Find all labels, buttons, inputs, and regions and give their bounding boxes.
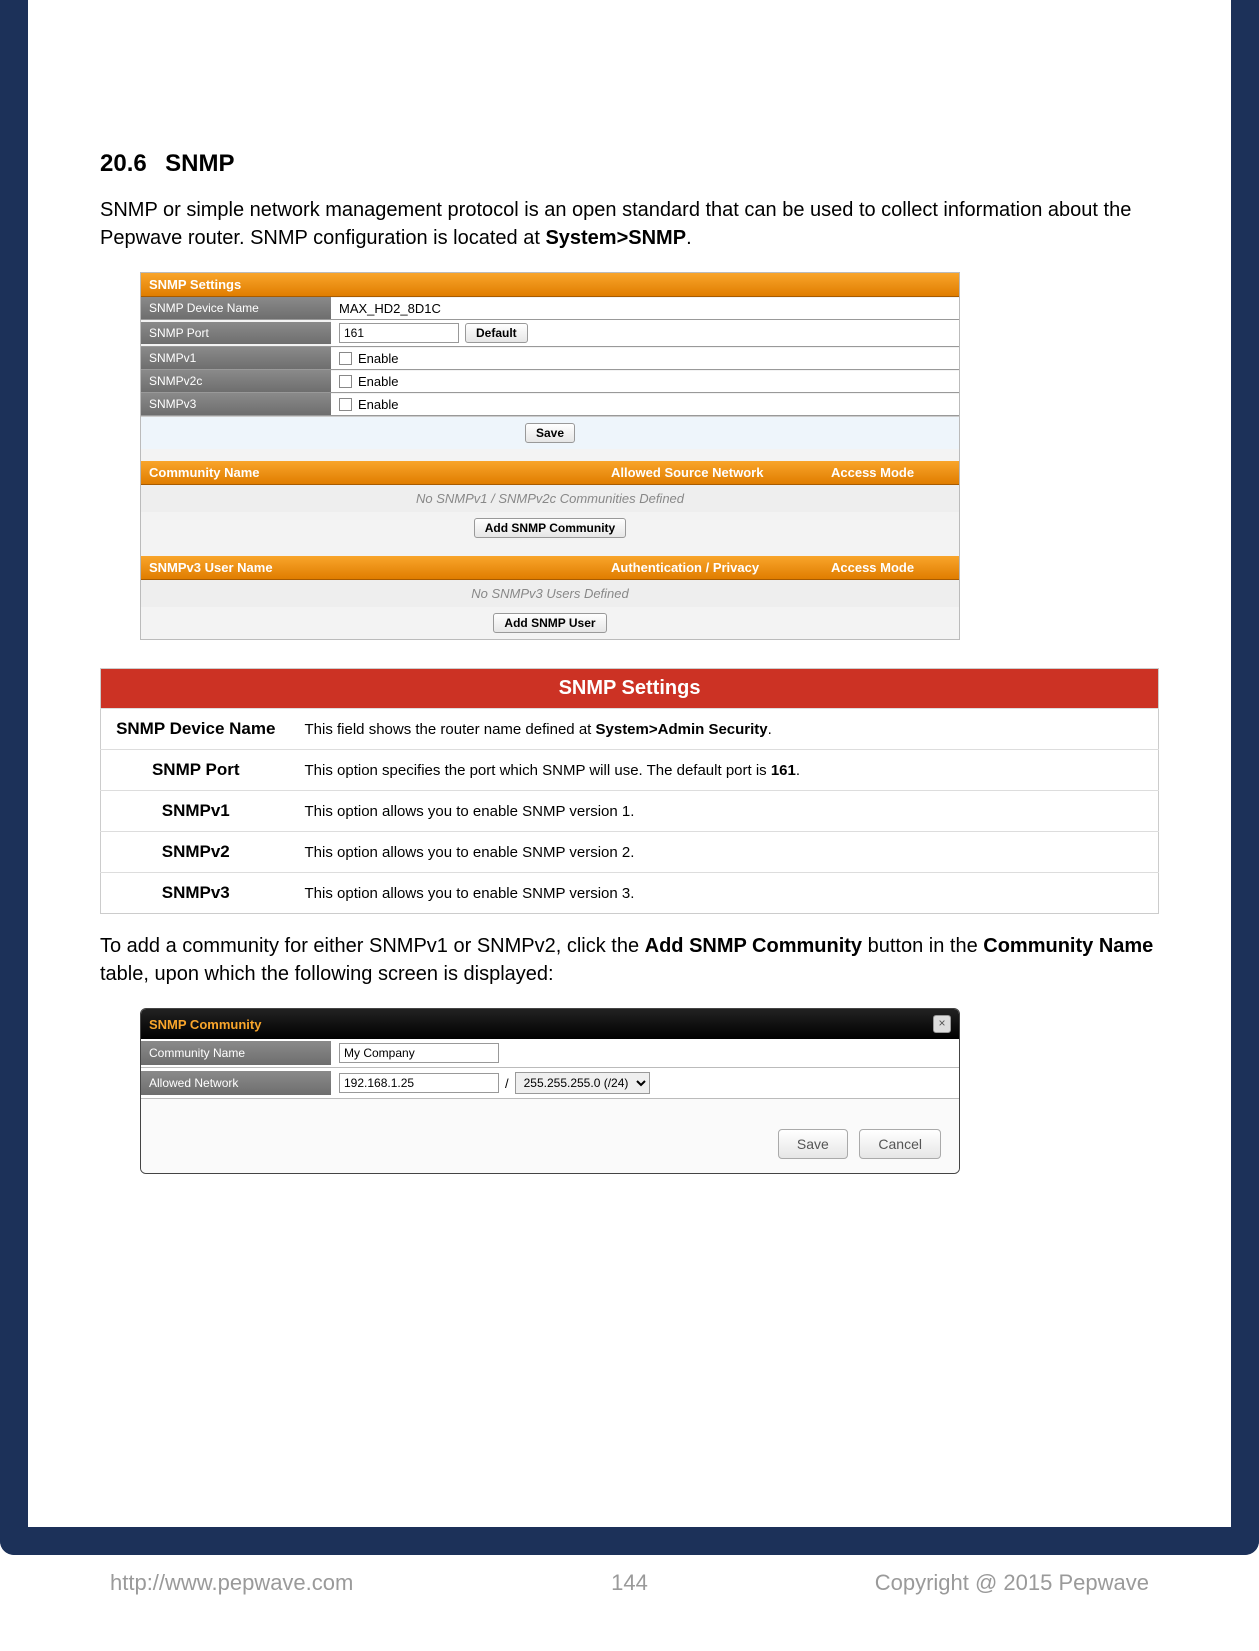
save-button[interactable]: Save [525, 423, 575, 443]
desc-val-3: This option allows you to enable SNMP ve… [291, 832, 1159, 873]
desc-val-1-b: 161 [771, 762, 796, 779]
input-community-name[interactable] [339, 1043, 499, 1063]
dialog-save-button[interactable]: Save [778, 1129, 848, 1159]
col-community-name: Community Name [149, 465, 611, 480]
add-snmp-community-button[interactable]: Add SNMP Community [474, 518, 626, 538]
after-d: Community Name [983, 935, 1153, 957]
desc-val-4: This option allows you to enable SNMP ve… [291, 873, 1159, 914]
label-device-name: SNMP Device Name [141, 297, 331, 319]
desc-val-2: This option allows you to enable SNMP ve… [291, 791, 1159, 832]
label-snmpv2c: SNMPv2c [141, 370, 331, 392]
col-auth-privacy: Authentication / Privacy [611, 560, 831, 575]
dialog-cancel-button[interactable]: Cancel [859, 1129, 941, 1159]
desc-val-1-c: . [796, 762, 800, 779]
desc-key-4: SNMPv3 [101, 873, 291, 914]
document-footer: http://www.pepwave.com 144 Copyright @ 2… [0, 1570, 1259, 1596]
desc-table-title: SNMP Settings [101, 669, 1159, 709]
col-v3-access-mode: Access Mode [831, 560, 951, 575]
row-snmpv1: SNMPv1 Enable [141, 347, 959, 370]
label-snmpv3: SNMPv3 [141, 393, 331, 415]
v3user-empty: No SNMPv3 Users Defined [141, 580, 959, 607]
section-title: SNMP [165, 150, 234, 177]
close-icon[interactable]: × [933, 1015, 951, 1033]
desc-key-2: SNMPv1 [101, 791, 291, 832]
community-header: Community Name Allowed Source Network Ac… [141, 461, 959, 485]
desc-val-0-b: System>Admin Security [596, 721, 768, 738]
after-c: button in the [862, 935, 983, 957]
desc-val-0-a: This field shows the router name defined… [305, 721, 596, 738]
page-content: 20.6 SNMP SNMP or simple network managem… [100, 150, 1159, 1174]
checkbox-snmpv3[interactable] [339, 398, 352, 411]
after-e: table, upon which the following screen i… [100, 963, 554, 985]
dialog-footer: Save Cancel [141, 1099, 959, 1173]
page-number: 144 [611, 1570, 648, 1596]
desc-key-0: SNMP Device Name [101, 709, 291, 750]
row-snmpv3: SNMPv3 Enable [141, 393, 959, 416]
desc-val-0-c: . [768, 721, 772, 738]
snmp-settings-screenshot: SNMP Settings SNMP Device Name MAX_HD2_8… [140, 272, 960, 640]
label-snmpv1: SNMPv1 [141, 347, 331, 369]
table-row: SNMP Device Name This field shows the ro… [101, 709, 1159, 750]
intro-paragraph: SNMP or simple network management protoc… [100, 196, 1159, 252]
enable-snmpv3: Enable [358, 397, 398, 412]
footer-url: http://www.pepwave.com [110, 1570, 353, 1596]
community-empty: No SNMPv1 / SNMPv2c Communities Defined [141, 485, 959, 512]
after-a: To add a community for either SNMPv1 or … [100, 935, 645, 957]
snmp-settings-description-table: SNMP Settings SNMP Device Name This fiel… [100, 668, 1159, 914]
table-row: SNMPv3 This option allows you to enable … [101, 873, 1159, 914]
select-subnet-mask[interactable]: 255.255.255.0 (/24) [515, 1072, 650, 1094]
slash-separator: / [505, 1076, 509, 1091]
table-row: SNMP Port This option specifies the port… [101, 750, 1159, 791]
intro-text-b: System>SNMP [545, 227, 686, 249]
intro-text-c: . [686, 227, 692, 249]
row-device-name: SNMP Device Name MAX_HD2_8D1C [141, 297, 959, 320]
community-add-row: Add SNMP Community [141, 512, 959, 544]
dialog-title: SNMP Community [149, 1017, 261, 1032]
after-b: Add SNMP Community [645, 935, 862, 957]
default-port-button[interactable]: Default [465, 323, 528, 343]
add-snmp-user-button[interactable]: Add SNMP User [493, 613, 606, 633]
v3user-header: SNMPv3 User Name Authentication / Privac… [141, 556, 959, 580]
label-snmp-port: SNMP Port [141, 322, 331, 344]
desc-val-1: This option specifies the port which SNM… [291, 750, 1159, 791]
dialog-row-name: Community Name [141, 1039, 959, 1068]
snmp-settings-header: SNMP Settings [141, 273, 959, 297]
v3user-add-row: Add SNMP User [141, 607, 959, 639]
enable-snmpv2c: Enable [358, 374, 398, 389]
snmp-community-dialog: SNMP Community × Community Name Allowed … [140, 1008, 960, 1174]
input-allowed-network-ip[interactable] [339, 1073, 499, 1093]
col-allowed-source: Allowed Source Network [611, 465, 831, 480]
dialog-row-network: Allowed Network / 255.255.255.0 (/24) [141, 1068, 959, 1099]
checkbox-snmpv1[interactable] [339, 352, 352, 365]
desc-val-0: This field shows the router name defined… [291, 709, 1159, 750]
dialog-body: Community Name Allowed Network / 255.255… [141, 1039, 959, 1099]
desc-val-1-a: This option specifies the port which SNM… [305, 762, 771, 779]
save-row: Save [141, 416, 959, 449]
col-access-mode: Access Mode [831, 465, 951, 480]
col-v3-user-name: SNMPv3 User Name [149, 560, 611, 575]
footer-copyright: Copyright @ 2015 Pepwave [875, 1570, 1149, 1596]
checkbox-snmpv2c[interactable] [339, 375, 352, 388]
table-row: SNMPv2 This option allows you to enable … [101, 832, 1159, 873]
row-snmpv2c: SNMPv2c Enable [141, 370, 959, 393]
community-table: Community Name Allowed Source Network Ac… [141, 461, 959, 544]
dialog-label-name: Community Name [141, 1041, 331, 1065]
dialog-titlebar: SNMP Community × [141, 1009, 959, 1039]
section-heading: 20.6 SNMP [100, 150, 1159, 178]
desc-key-3: SNMPv2 [101, 832, 291, 873]
desc-key-1: SNMP Port [101, 750, 291, 791]
input-snmp-port[interactable] [339, 323, 459, 343]
row-snmp-port: SNMP Port Default [141, 320, 959, 347]
v3user-table: SNMPv3 User Name Authentication / Privac… [141, 556, 959, 639]
dialog-label-network: Allowed Network [141, 1071, 331, 1095]
section-number: 20.6 [100, 150, 147, 177]
enable-snmpv1: Enable [358, 351, 398, 366]
value-device-name: MAX_HD2_8D1C [339, 301, 441, 316]
table-row: SNMPv1 This option allows you to enable … [101, 791, 1159, 832]
after-table-paragraph: To add a community for either SNMPv1 or … [100, 932, 1159, 988]
